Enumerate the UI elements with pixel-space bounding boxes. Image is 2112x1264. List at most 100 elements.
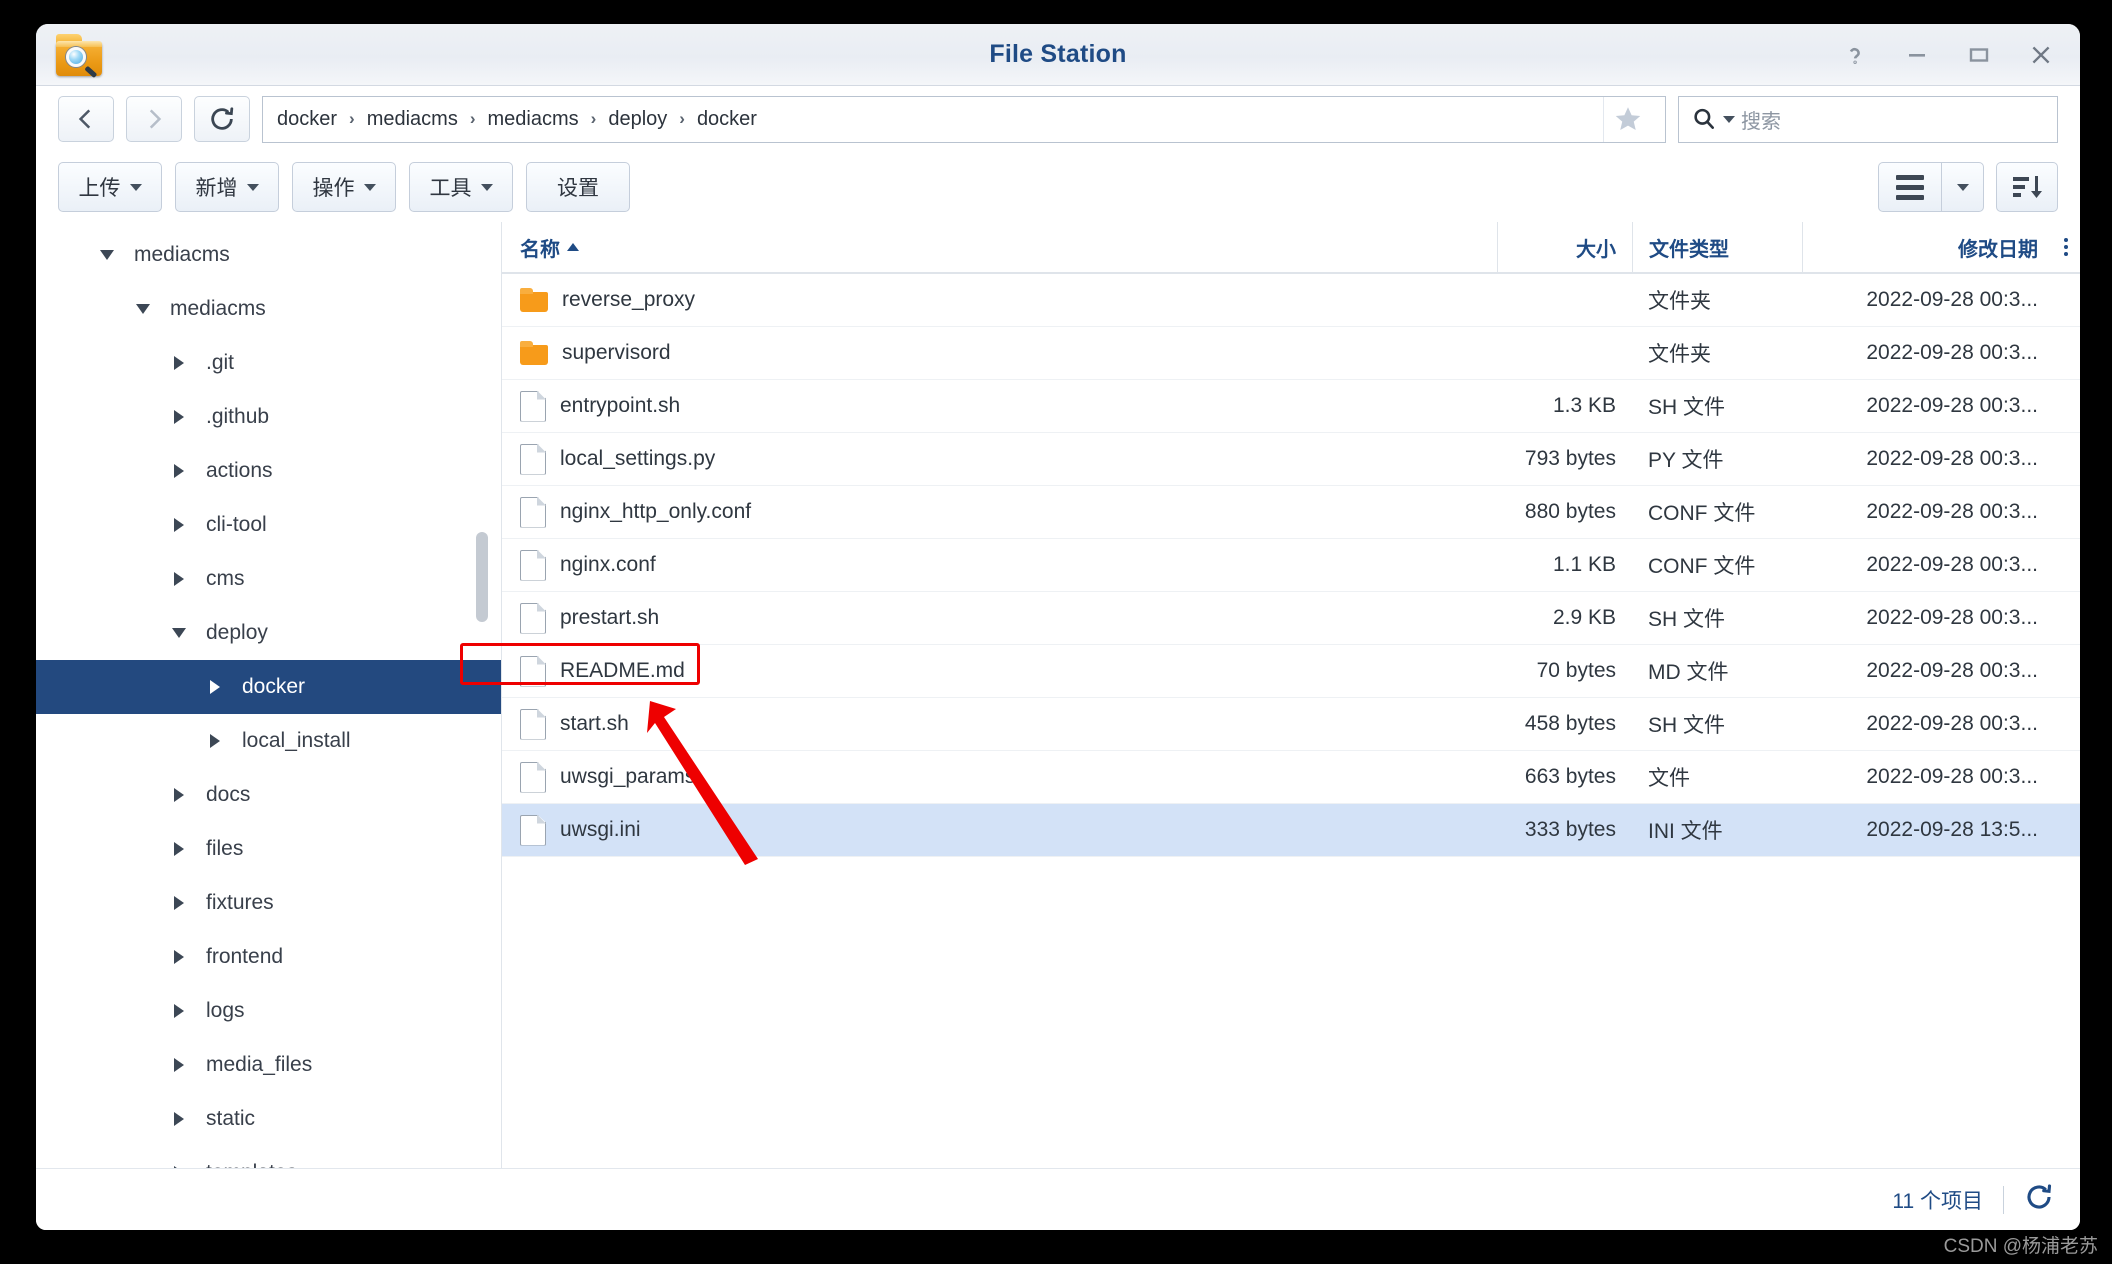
table-row[interactable]: README.md 70 bytes MD 文件 2022-09-28 00:3...	[502, 645, 2080, 698]
file-name-cell[interactable]: uwsgi.ini	[502, 804, 1497, 856]
chevron-right-icon[interactable]	[166, 518, 192, 532]
new-button[interactable]: 新增	[175, 162, 279, 212]
file-name-cell[interactable]: nginx_http_only.conf	[502, 486, 1497, 538]
table-row[interactable]: entrypoint.sh 1.3 KB SH 文件 2022-09-28 00:3.…	[502, 380, 2080, 433]
sidebar-item-github[interactable]: .github	[36, 390, 502, 444]
table-row[interactable]: uwsgi.ini 333 bytes INI 文件 2022-09-28 13:5.…	[502, 804, 2080, 857]
chevron-right-icon[interactable]	[166, 572, 192, 586]
file-name-cell[interactable]: local_settings.py	[502, 433, 1497, 485]
table-row[interactable]: reverse_proxy 文件夹 2022-09-28 00:3...	[502, 274, 2080, 327]
chevron-right-icon[interactable]	[202, 680, 228, 694]
file-type-cell: 文件夹	[1648, 290, 1711, 313]
file-name-cell[interactable]: supervisord	[502, 327, 1497, 379]
chevron-right-icon[interactable]	[166, 356, 192, 370]
sort-descending-icon[interactable]	[1996, 162, 2058, 212]
breadcrumb-item[interactable]: mediacms	[367, 108, 458, 131]
sidebar-item-logs[interactable]: logs	[36, 984, 502, 1038]
chevron-right-icon[interactable]	[166, 1166, 192, 1168]
file-name-cell[interactable]: README.md	[502, 645, 1497, 697]
back-button[interactable]	[58, 96, 114, 142]
action-button[interactable]: 操作	[292, 162, 396, 212]
chevron-right-icon[interactable]	[166, 464, 192, 478]
table-row[interactable]: nginx_http_only.conf 880 bytes CONF 文件 2022…	[502, 486, 2080, 539]
view-dropdown-button[interactable]	[1941, 163, 1983, 211]
file-name-label: nginx.conf	[560, 553, 656, 576]
sidebar-item-git[interactable]: .git	[36, 336, 502, 390]
file-name-cell[interactable]: uwsgi_params	[502, 751, 1497, 803]
file-name-label: uwsgi_params	[560, 765, 696, 788]
sidebar-item-label: logs	[206, 999, 245, 1022]
column-header-size[interactable]: 大小	[1497, 222, 1632, 272]
file-name-cell[interactable]: nginx.conf	[502, 539, 1497, 591]
sidebar-item-docs[interactable]: docs	[36, 768, 502, 822]
star-icon[interactable]	[1603, 96, 1651, 142]
table-row[interactable]: nginx.conf 1.1 KB CONF 文件 2022-09-28 00:3..…	[502, 539, 2080, 592]
table-row[interactable]: local_settings.py 793 bytes PY 文件 2022-09-2…	[502, 433, 2080, 486]
chevron-down-icon[interactable]	[130, 304, 156, 314]
file-size-cell: 70 bytes	[1536, 659, 1616, 682]
sidebar-item-mediacms[interactable]: mediacms	[36, 282, 502, 336]
table-row[interactable]: supervisord 文件夹 2022-09-28 00:3...	[502, 327, 2080, 380]
chevron-down-icon[interactable]	[166, 628, 192, 638]
chevron-right-icon[interactable]	[166, 1058, 192, 1072]
upload-button[interactable]: 上传	[58, 162, 162, 212]
sidebar-item-fixtures[interactable]: fixtures	[36, 876, 502, 930]
question-mark-icon[interactable]	[1838, 38, 1872, 72]
footer-refresh-button[interactable]	[2024, 1182, 2054, 1217]
sidebar-item-deploy[interactable]: deploy	[36, 606, 502, 660]
sidebar-item-cli-tool[interactable]: cli-tool	[36, 498, 502, 552]
column-header-date[interactable]: 修改日期	[1802, 222, 2052, 272]
column-options-menu[interactable]	[2052, 222, 2080, 272]
settings-button[interactable]: 设置	[526, 162, 630, 212]
sidebar-item-frontend[interactable]: frontend	[36, 930, 502, 984]
breadcrumb-item[interactable]: docker	[277, 108, 337, 131]
column-header-type[interactable]: 文件类型	[1632, 222, 1802, 272]
sidebar-item-actions[interactable]: actions	[36, 444, 502, 498]
refresh-button[interactable]	[194, 96, 250, 142]
list-view-icon[interactable]	[1879, 163, 1941, 211]
tools-button[interactable]: 工具	[409, 162, 513, 212]
chevron-right-icon[interactable]	[166, 1004, 192, 1018]
sidebar-item-files[interactable]: files	[36, 822, 502, 876]
maximize-icon[interactable]	[1962, 38, 1996, 72]
chevron-right-icon[interactable]	[166, 896, 192, 910]
table-row[interactable]: start.sh 458 bytes SH 文件 2022-09-28 00:3...	[502, 698, 2080, 751]
sidebar-item-media_files[interactable]: media_files	[36, 1038, 502, 1092]
forward-button[interactable]	[126, 96, 182, 142]
chevron-right-icon[interactable]	[166, 1112, 192, 1126]
minimize-icon[interactable]	[1900, 38, 1934, 72]
breadcrumb-item[interactable]: deploy	[608, 108, 667, 131]
file-date-cell: 2022-09-28 00:3...	[1866, 712, 2038, 735]
close-icon[interactable]	[2024, 38, 2058, 72]
sidebar-item-local_install[interactable]: local_install	[36, 714, 502, 768]
file-name-cell[interactable]: prestart.sh	[502, 592, 1497, 644]
chevron-right-icon[interactable]	[166, 410, 192, 424]
file-size-cell: 1.1 KB	[1552, 553, 1616, 576]
chevron-right-icon[interactable]	[166, 950, 192, 964]
chevron-right-icon[interactable]	[202, 734, 228, 748]
table-row[interactable]: prestart.sh 2.9 KB SH 文件 2022-09-28 00:3...	[502, 592, 2080, 645]
chevron-down-icon[interactable]	[94, 250, 120, 260]
file-name-cell[interactable]: reverse_proxy	[502, 274, 1497, 326]
chevron-right-icon[interactable]	[166, 788, 192, 802]
sidebar-item-cms[interactable]: cms	[36, 552, 502, 606]
sidebar-scrollbar[interactable]	[476, 532, 488, 622]
table-row[interactable]: uwsgi_params 663 bytes 文件 2022-09-28 00:3..…	[502, 751, 2080, 804]
search-input[interactable]: 搜索	[1678, 95, 2058, 143]
sidebar-item-docker[interactable]: docker	[36, 660, 502, 714]
sidebar-item-mediacms[interactable]: mediacms	[36, 228, 502, 282]
sidebar-item-templates[interactable]: templates	[36, 1146, 502, 1168]
breadcrumb-path-field[interactable]: docker › mediacms › mediacms › deploy › …	[262, 95, 1666, 143]
breadcrumb-item[interactable]: docker	[697, 108, 757, 131]
folder-tree-sidebar[interactable]: mediacms mediacms .git .github actions cli-to…	[36, 222, 502, 1168]
sidebar-item-static[interactable]: static	[36, 1092, 502, 1146]
tools-button-label: 工具	[429, 177, 472, 200]
breadcrumb-item[interactable]: mediacms	[488, 108, 579, 131]
file-name-cell[interactable]: entrypoint.sh	[502, 380, 1497, 432]
chevron-right-icon[interactable]	[166, 842, 192, 856]
column-header-name[interactable]: 名称	[502, 222, 1497, 272]
view-controls	[1878, 162, 2058, 212]
chevron-down-icon[interactable]	[1723, 115, 1735, 123]
file-name-cell[interactable]: start.sh	[502, 698, 1497, 750]
sidebar-item-label: actions	[206, 459, 273, 482]
